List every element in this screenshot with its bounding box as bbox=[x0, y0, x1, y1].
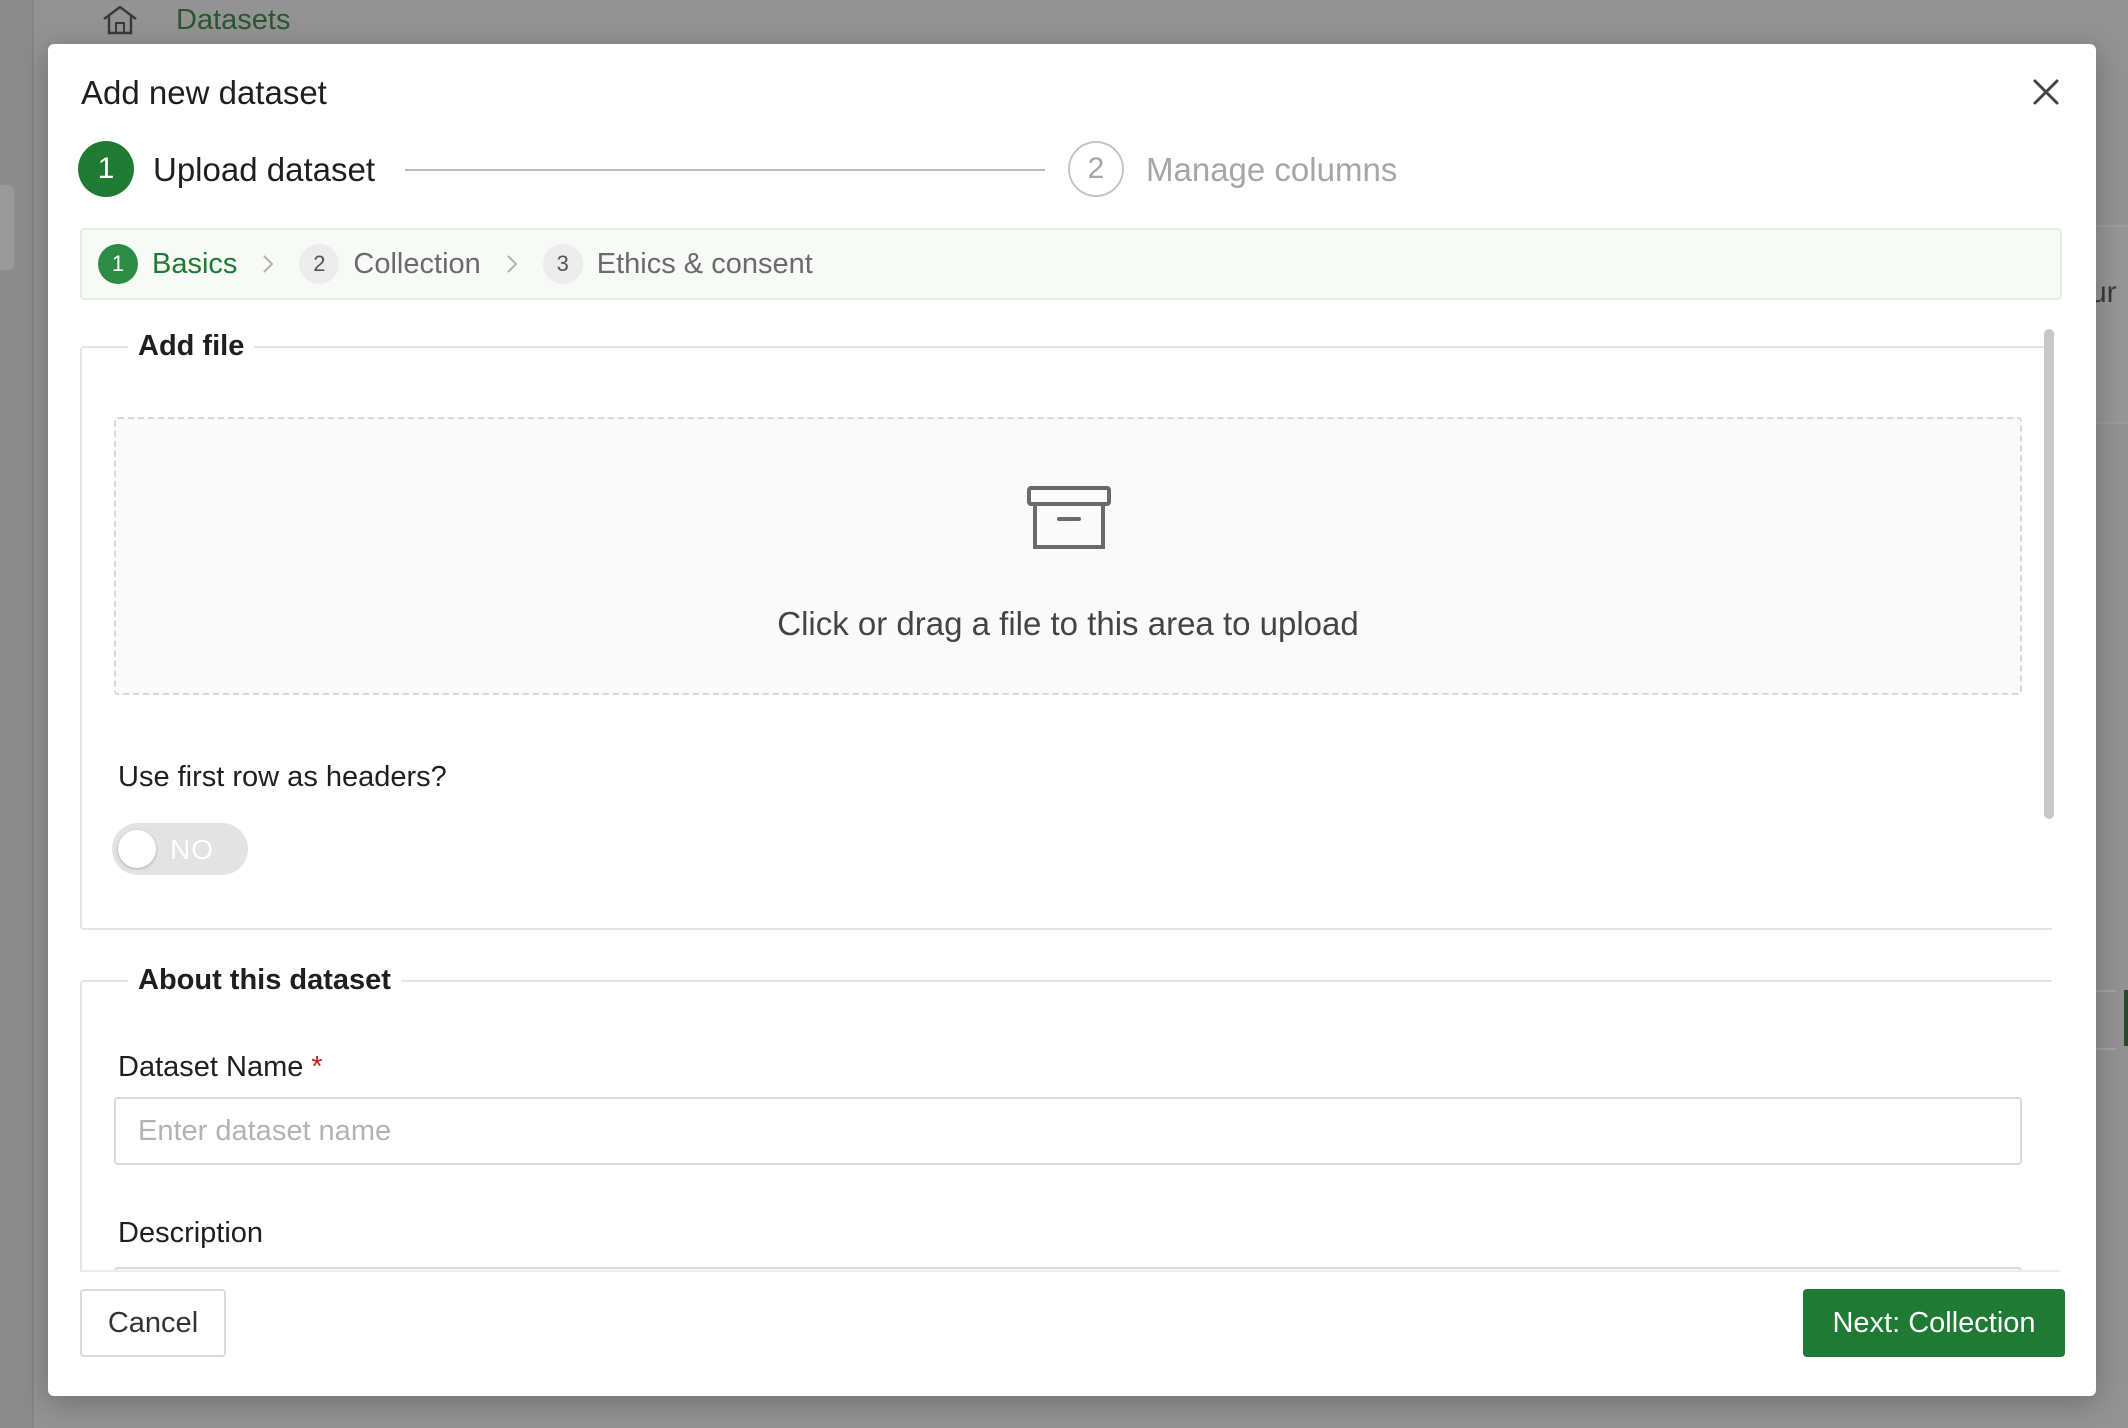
toggle-knob bbox=[118, 830, 156, 868]
next-collection-button[interactable]: Next: Collection bbox=[1803, 1289, 2065, 1357]
dataset-name-label: Dataset Name * bbox=[118, 1051, 323, 1084]
archive-box-icon bbox=[1027, 486, 1111, 549]
sub-steps-bar: 1 Basics 2 Collection 3 Ethics & consent bbox=[80, 228, 2062, 300]
dataset-name-input[interactable] bbox=[114, 1097, 2022, 1165]
add-file-section: Add file Click or drag a file to this ar… bbox=[80, 330, 2052, 930]
toggle-state-text: NO bbox=[170, 834, 214, 865]
step-connector bbox=[405, 169, 1045, 171]
background-breadcrumb: Datasets bbox=[100, 0, 290, 40]
about-dataset-legend: About this dataset bbox=[138, 964, 391, 996]
sub-step-label: Basics bbox=[152, 247, 238, 280]
step-2-label: Manage columns bbox=[1146, 151, 1398, 188]
modal-scroll-area[interactable]: Add file Click or drag a file to this ar… bbox=[80, 330, 2052, 1270]
file-upload-dropzone[interactable]: Click or drag a file to this area to upl… bbox=[114, 417, 2022, 695]
chevron-right-icon bbox=[263, 255, 274, 273]
footer-divider bbox=[80, 1270, 2060, 1272]
step-1-label: Upload dataset bbox=[153, 151, 375, 188]
background-right-green-edge bbox=[2124, 990, 2128, 1046]
sub-step-number: 2 bbox=[299, 244, 340, 284]
headers-toggle-label: Use first row as headers? bbox=[118, 761, 447, 793]
close-icon[interactable] bbox=[2028, 74, 2064, 110]
sub-step-number: 3 bbox=[542, 244, 583, 284]
home-icon bbox=[103, 5, 137, 35]
scrollbar-thumb[interactable] bbox=[2044, 329, 2054, 819]
about-dataset-section: About this dataset Dataset Name* Descrip… bbox=[80, 964, 2052, 1270]
description-label: Description bbox=[118, 1217, 264, 1249]
upload-instruction: Click or drag a file to this area to upl… bbox=[777, 605, 1359, 642]
background-breadcrumb-datasets: Datasets bbox=[176, 3, 291, 36]
sub-step-ethics[interactable]: 3 Ethics & consent bbox=[542, 244, 813, 284]
sub-step-label: Ethics & consent bbox=[596, 247, 813, 280]
step-2-number: 2 bbox=[1068, 141, 1124, 197]
main-steps: 1 Upload dataset 2 Manage columns bbox=[78, 139, 2068, 199]
add-file-legend: Add file bbox=[138, 330, 245, 362]
background-right-panel bbox=[2092, 225, 2128, 424]
sub-step-basics[interactable]: 1 Basics bbox=[98, 244, 237, 284]
modal-title: Add new dataset bbox=[81, 74, 327, 111]
chevron-right-icon bbox=[507, 255, 518, 273]
required-indicator: * bbox=[311, 1051, 323, 1083]
sub-step-label: Collection bbox=[353, 247, 481, 280]
headers-toggle[interactable]: NO bbox=[112, 823, 248, 875]
sub-step-collection[interactable]: 2 Collection bbox=[299, 244, 481, 284]
cancel-button[interactable]: Cancel bbox=[80, 1289, 226, 1357]
background-sidebar-tab bbox=[0, 185, 14, 270]
step-1-number: 1 bbox=[78, 141, 134, 197]
sub-step-number: 1 bbox=[98, 244, 138, 284]
add-dataset-modal: Add new dataset 1 Upload dataset 2 Manag… bbox=[48, 44, 2096, 1396]
dataset-name-label-text: Dataset Name bbox=[118, 1051, 304, 1083]
